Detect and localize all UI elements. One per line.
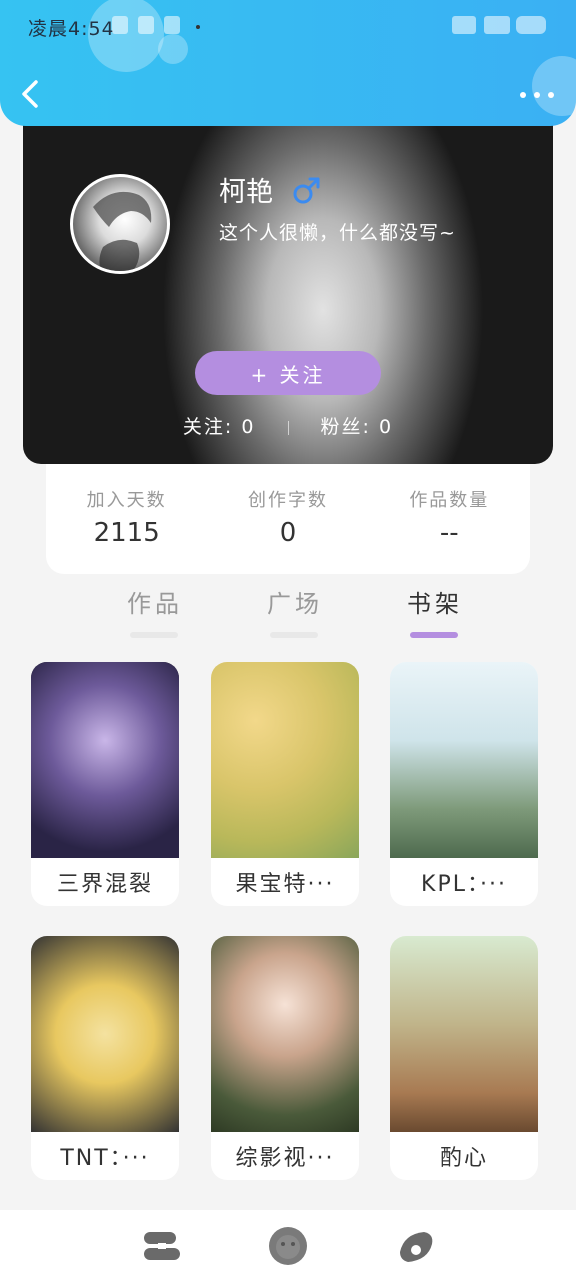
stat-works-count: 作品数量 -- <box>384 486 514 574</box>
bottom-nav <box>0 1210 576 1280</box>
stat-label: 创作字数 <box>247 490 328 511</box>
notification-dot-icon <box>196 25 200 29</box>
tab-bookshelf[interactable]: 书架 <box>380 584 490 644</box>
stat-word-count: 创作字数 0 <box>223 486 353 574</box>
tab-indicator <box>410 632 458 638</box>
bio-text: 这个人很懒，什么都没写~ <box>219 222 456 244</box>
tab-works[interactable]: 作品 <box>100 584 210 644</box>
book-cover <box>31 662 179 858</box>
book-card[interactable]: 酌心 <box>390 936 538 1180</box>
stat-join-days: 加入天数 2115 <box>62 486 192 574</box>
followers-stat[interactable]: 粉丝: 0 <box>321 416 394 438</box>
avatar[interactable] <box>70 174 170 274</box>
tab-label: 书架 <box>407 590 463 618</box>
lion-icon <box>269 1227 307 1265</box>
tab-square[interactable]: 广场 <box>240 584 350 644</box>
book-title: TNT：··· <box>60 1146 150 1171</box>
following-stat[interactable]: 关注: 0 <box>183 416 264 438</box>
bookshelf-icon <box>144 1232 180 1260</box>
username: 柯艳 <box>219 177 273 208</box>
book-title: 果宝特··· <box>235 872 335 897</box>
book-cover <box>390 662 538 858</box>
battery-icon <box>516 16 546 34</box>
wifi-icon <box>484 16 510 34</box>
notification-icon <box>112 16 128 34</box>
tab-label: 广场 <box>267 590 323 618</box>
book-title: 三界混裂 <box>56 872 153 897</box>
male-icon <box>293 177 320 204</box>
book-card[interactable]: 综影视··· <box>211 936 359 1180</box>
book-title: KPL：··· <box>421 872 507 897</box>
nav-home[interactable] <box>266 1226 310 1266</box>
chevron-left-icon <box>22 80 38 108</box>
divider <box>287 420 289 435</box>
back-button[interactable] <box>14 74 48 114</box>
profile-card: 柯艳 这个人很懒，什么都没写~ + 关注 关注: 0 粉丝: 0 <box>23 110 553 464</box>
followers-label: 粉丝: <box>320 416 371 438</box>
nav-bookshelf[interactable] <box>140 1226 184 1266</box>
tab-indicator <box>130 632 178 638</box>
stat-value: 2115 <box>93 518 160 548</box>
book-card[interactable]: TNT：··· <box>31 936 179 1180</box>
stat-label: 作品数量 <box>409 490 490 511</box>
followers-count: 0 <box>379 416 394 438</box>
profile-icon <box>400 1232 433 1262</box>
book-title: 酌心 <box>439 1146 488 1171</box>
status-time: 凌晨4:54 <box>28 18 115 40</box>
book-cover <box>31 936 179 1132</box>
signal-icon <box>452 16 476 34</box>
follow-button[interactable]: + 关注 <box>195 351 381 395</box>
tab-label: 作品 <box>127 590 183 618</box>
book-title: 综影视··· <box>235 1146 335 1171</box>
tab-bar: 作品 广场 书架 <box>100 584 490 644</box>
status-bar: 凌晨4:54 <box>0 0 576 50</box>
stat-label: 加入天数 <box>86 490 167 511</box>
top-header: 凌晨4:54 <box>0 0 576 126</box>
stat-value: 0 <box>279 518 297 548</box>
stats-card: 加入天数 2115 创作字数 0 作品数量 -- <box>46 456 530 574</box>
book-card[interactable]: KPL：··· <box>390 662 538 906</box>
more-button[interactable] <box>520 86 554 104</box>
follow-stats: 关注: 0 粉丝: 0 <box>23 412 553 439</box>
tab-indicator <box>270 632 318 638</box>
book-cover <box>211 662 359 858</box>
book-cover <box>211 936 359 1132</box>
book-cover <box>390 936 538 1132</box>
notification-icon <box>138 16 154 34</box>
notification-icon <box>164 16 180 34</box>
nav-profile[interactable] <box>394 1226 438 1266</box>
stat-value: -- <box>439 518 459 548</box>
more-dots-icon <box>520 92 526 98</box>
following-label: 关注: <box>182 416 234 438</box>
book-card[interactable]: 果宝特··· <box>211 662 359 906</box>
following-count: 0 <box>241 416 256 438</box>
book-card[interactable]: 三界混裂 <box>31 662 179 906</box>
